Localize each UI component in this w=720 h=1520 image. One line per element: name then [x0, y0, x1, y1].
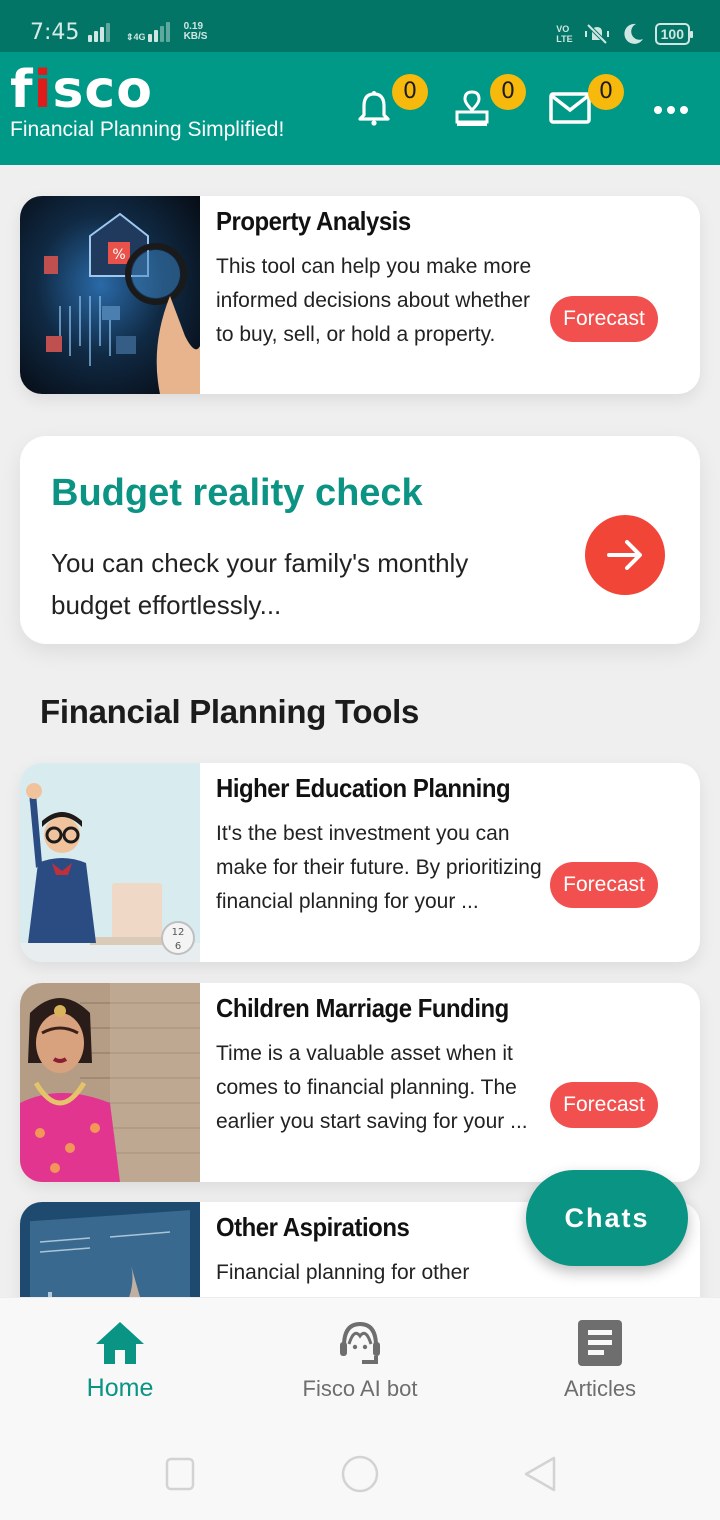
card-description: Financial planning for other	[216, 1261, 470, 1284]
svg-text:%: %	[112, 247, 125, 263]
status-time: 7:45	[30, 20, 80, 45]
bottom-navigation: Home Fisco AI bot Articles	[0, 1297, 720, 1427]
nav-label: Articles	[563, 1376, 637, 1401]
tool-card-children-marriage[interactable]: Children Marriage Funding Time is a valu…	[20, 983, 700, 1182]
education-thumbnail: 12 6	[20, 763, 200, 962]
data-speed: 0.19 KB/S	[183, 21, 208, 42]
nav-label: Fisco AI bot	[302, 1376, 418, 1401]
nav-item-home[interactable]: Home	[0, 1298, 240, 1428]
arrow-right-icon	[607, 540, 642, 570]
home-content-scroll[interactable]: % Property Analysis This tool can help y…	[0, 165, 720, 1297]
marriage-thumbnail	[20, 983, 200, 1182]
more-options-button[interactable]	[654, 106, 688, 114]
system-navigation-bar	[0, 1427, 720, 1520]
battery-icon: 100	[654, 23, 694, 45]
card-description: Time is a valuable asset when it comes t…	[216, 1042, 528, 1133]
budget-go-button[interactable]	[585, 515, 665, 595]
budget-reality-check-card[interactable]: Budget reality check You can check your …	[20, 436, 700, 644]
messages-badge: 0	[588, 74, 624, 110]
status-bar: 7:45 ⇕4G 0.19 KB/S VO LTE 100	[0, 0, 720, 52]
svg-text:12: 12	[172, 927, 185, 938]
card-title: Children Marriage Funding	[216, 993, 509, 1023]
forecast-button[interactable]: Forecast	[550, 1082, 658, 1128]
appointments-badge: 0	[490, 74, 526, 110]
notifications-badge: 0	[392, 74, 428, 110]
network-type-label: 4G	[133, 32, 146, 42]
svg-text:6: 6	[175, 941, 181, 952]
budget-card-description: You can check your family's monthly budg…	[51, 548, 469, 620]
do-not-disturb-moon-icon	[624, 23, 643, 44]
app-tagline: Financial Planning Simplified!	[10, 118, 285, 141]
bell-icon	[358, 91, 390, 126]
home-icon	[96, 1322, 144, 1364]
recent-apps-icon[interactable]	[164, 1456, 196, 1492]
section-title: Financial Planning Tools	[40, 693, 420, 730]
fisco-logo[interactable]: fisco	[10, 60, 153, 120]
signal-4g-icon: ⇕4G	[120, 22, 170, 42]
vibrate-off-icon	[584, 23, 609, 45]
nav-item-articles[interactable]: Articles	[480, 1298, 720, 1428]
nav-label: Home	[86, 1374, 154, 1402]
article-icon	[578, 1320, 622, 1366]
card-title: Higher Education Planning	[216, 773, 511, 803]
property-analysis-card[interactable]: % Property Analysis This tool can help y…	[20, 196, 700, 394]
card-description: This tool can help you make more informe…	[216, 255, 532, 346]
home-system-icon[interactable]	[340, 1454, 380, 1494]
forecast-button[interactable]: Forecast	[550, 296, 658, 342]
budget-card-title: Budget reality check	[51, 472, 423, 514]
back-icon[interactable]	[520, 1454, 560, 1494]
status-left-icons: ⇕4G 0.19 KB/S	[88, 22, 207, 42]
status-right-icons: VO LTE 100	[556, 22, 694, 46]
card-description: It's the best investment you can make fo…	[216, 822, 542, 913]
more-horizontal-icon	[654, 106, 662, 114]
app-bar: fisco Financial Planning Simplified! 0 0…	[0, 52, 720, 165]
nav-item-fisco-ai-bot[interactable]: Fisco AI bot	[240, 1298, 480, 1428]
chats-button[interactable]: Chats	[526, 1170, 688, 1266]
card-title: Property Analysis	[216, 206, 411, 236]
mail-icon	[549, 92, 591, 124]
stamp-icon	[455, 90, 489, 126]
signal-icon	[88, 22, 110, 42]
headset-agent-icon	[340, 1321, 380, 1364]
forecast-button[interactable]: Forecast	[550, 862, 658, 908]
tool-card-higher-education[interactable]: 12 6 Higher Education Planning It's the …	[20, 763, 700, 962]
aspirations-thumbnail	[20, 1202, 200, 1297]
volte-icon: VO LTE	[556, 24, 573, 44]
card-title: Other Aspirations	[216, 1212, 410, 1242]
property-analysis-thumbnail: %	[20, 196, 200, 394]
